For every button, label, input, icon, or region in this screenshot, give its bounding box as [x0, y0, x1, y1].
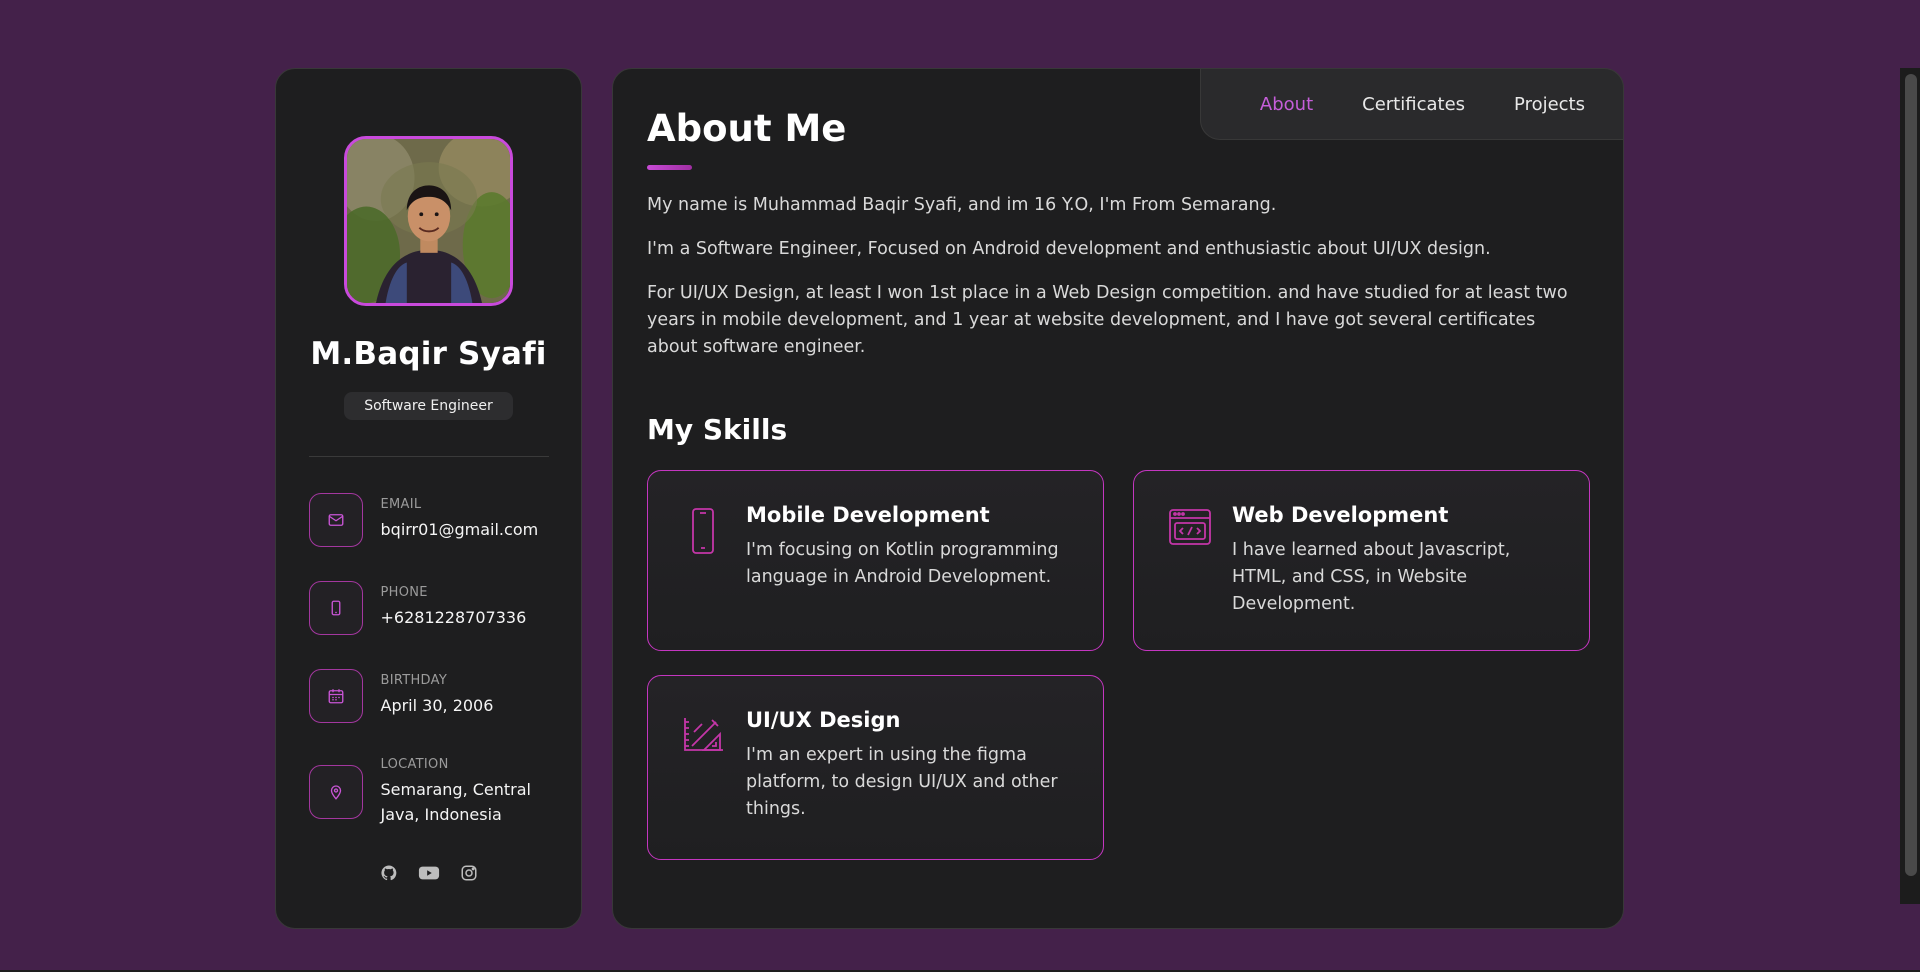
- github-icon[interactable]: [380, 864, 398, 882]
- skill-name: Web Development: [1232, 503, 1449, 527]
- design-tools-icon: [682, 708, 723, 827]
- avatar: [344, 136, 513, 306]
- top-navbar: About Certificates Projects: [1200, 68, 1624, 140]
- about-paragraph: For UI/UX Design, at least I won 1st pla…: [647, 283, 1568, 357]
- sidebar-divider: [308, 456, 549, 457]
- code-window-icon: [1168, 503, 1211, 618]
- scrollbar-thumb[interactable]: [1905, 74, 1917, 876]
- about-paragraph: My name is Muhammad Baqir Syafi, and im …: [647, 195, 1277, 215]
- nav-about[interactable]: About: [1260, 94, 1313, 115]
- location-value: Semarang, Central Java, Indonesia: [380, 780, 532, 824]
- title-underline: [647, 165, 692, 170]
- skill-name: UI/UX Design: [746, 708, 901, 732]
- social-links: [380, 864, 478, 882]
- contact-location: LOCATION Semarang, Central Java, Indones…: [308, 757, 549, 828]
- skills-title: My Skills: [647, 413, 788, 446]
- page: M.Baqir Syafi Software Engineer EMAIL bq…: [0, 0, 1920, 972]
- contact-label: EMAIL: [380, 497, 422, 513]
- contact-email: EMAIL bqirr01@gmail.com: [308, 493, 549, 547]
- birthday-value: April 30, 2006: [380, 696, 494, 716]
- calendar-icon: [308, 669, 363, 723]
- skill-description: I have learned about Javascript, HTML, a…: [1232, 540, 1511, 614]
- main-panel: About Certificates Projects About Me My …: [612, 68, 1624, 929]
- skill-name: Mobile Development: [746, 503, 990, 527]
- email-link[interactable]: bqirr01@gmail.com: [381, 518, 539, 543]
- profile-name: M.Baqir Syafi: [310, 336, 547, 372]
- contact-label: LOCATION: [380, 757, 449, 772]
- phone-icon: [308, 581, 363, 635]
- youtube-icon[interactable]: [418, 864, 440, 882]
- avatar-photo: [347, 139, 510, 303]
- contact-label: BIRTHDAY: [380, 673, 448, 689]
- skill-card-mobile: Mobile Development I'm focusing on Kotli…: [647, 470, 1104, 651]
- contact-birthday: BIRTHDAY April 30, 2006: [308, 669, 549, 723]
- mail-icon: [308, 493, 363, 547]
- nav-projects[interactable]: Projects: [1514, 94, 1585, 115]
- skill-description: I'm an expert in using the figma platfor…: [746, 745, 1058, 819]
- about-paragraph: I'm a Software Engineer, Focused on Andr…: [647, 239, 1491, 259]
- contact-list: EMAIL bqirr01@gmail.com PHONE +628122870…: [308, 493, 549, 828]
- instagram-icon[interactable]: [460, 864, 478, 882]
- skills-grid: Mobile Development I'm focusing on Kotli…: [647, 470, 1590, 860]
- nav-certificates[interactable]: Certificates: [1362, 94, 1465, 115]
- location-icon: [308, 765, 363, 820]
- skill-description: I'm focusing on Kotlin programming langu…: [746, 540, 1059, 587]
- contact-phone: PHONE +6281228707336: [308, 581, 549, 635]
- smartphone-icon: [682, 503, 722, 618]
- phone-link[interactable]: +6281228707336: [381, 606, 527, 631]
- profile-title-badge: Software Engineer: [344, 392, 513, 420]
- skill-card-uiux: UI/UX Design I'm an expert in using the …: [647, 675, 1104, 860]
- profile-sidebar: M.Baqir Syafi Software Engineer EMAIL bq…: [275, 68, 582, 929]
- skill-card-web: Web Development I have learned about Jav…: [1133, 470, 1590, 651]
- contact-label: PHONE: [380, 585, 428, 601]
